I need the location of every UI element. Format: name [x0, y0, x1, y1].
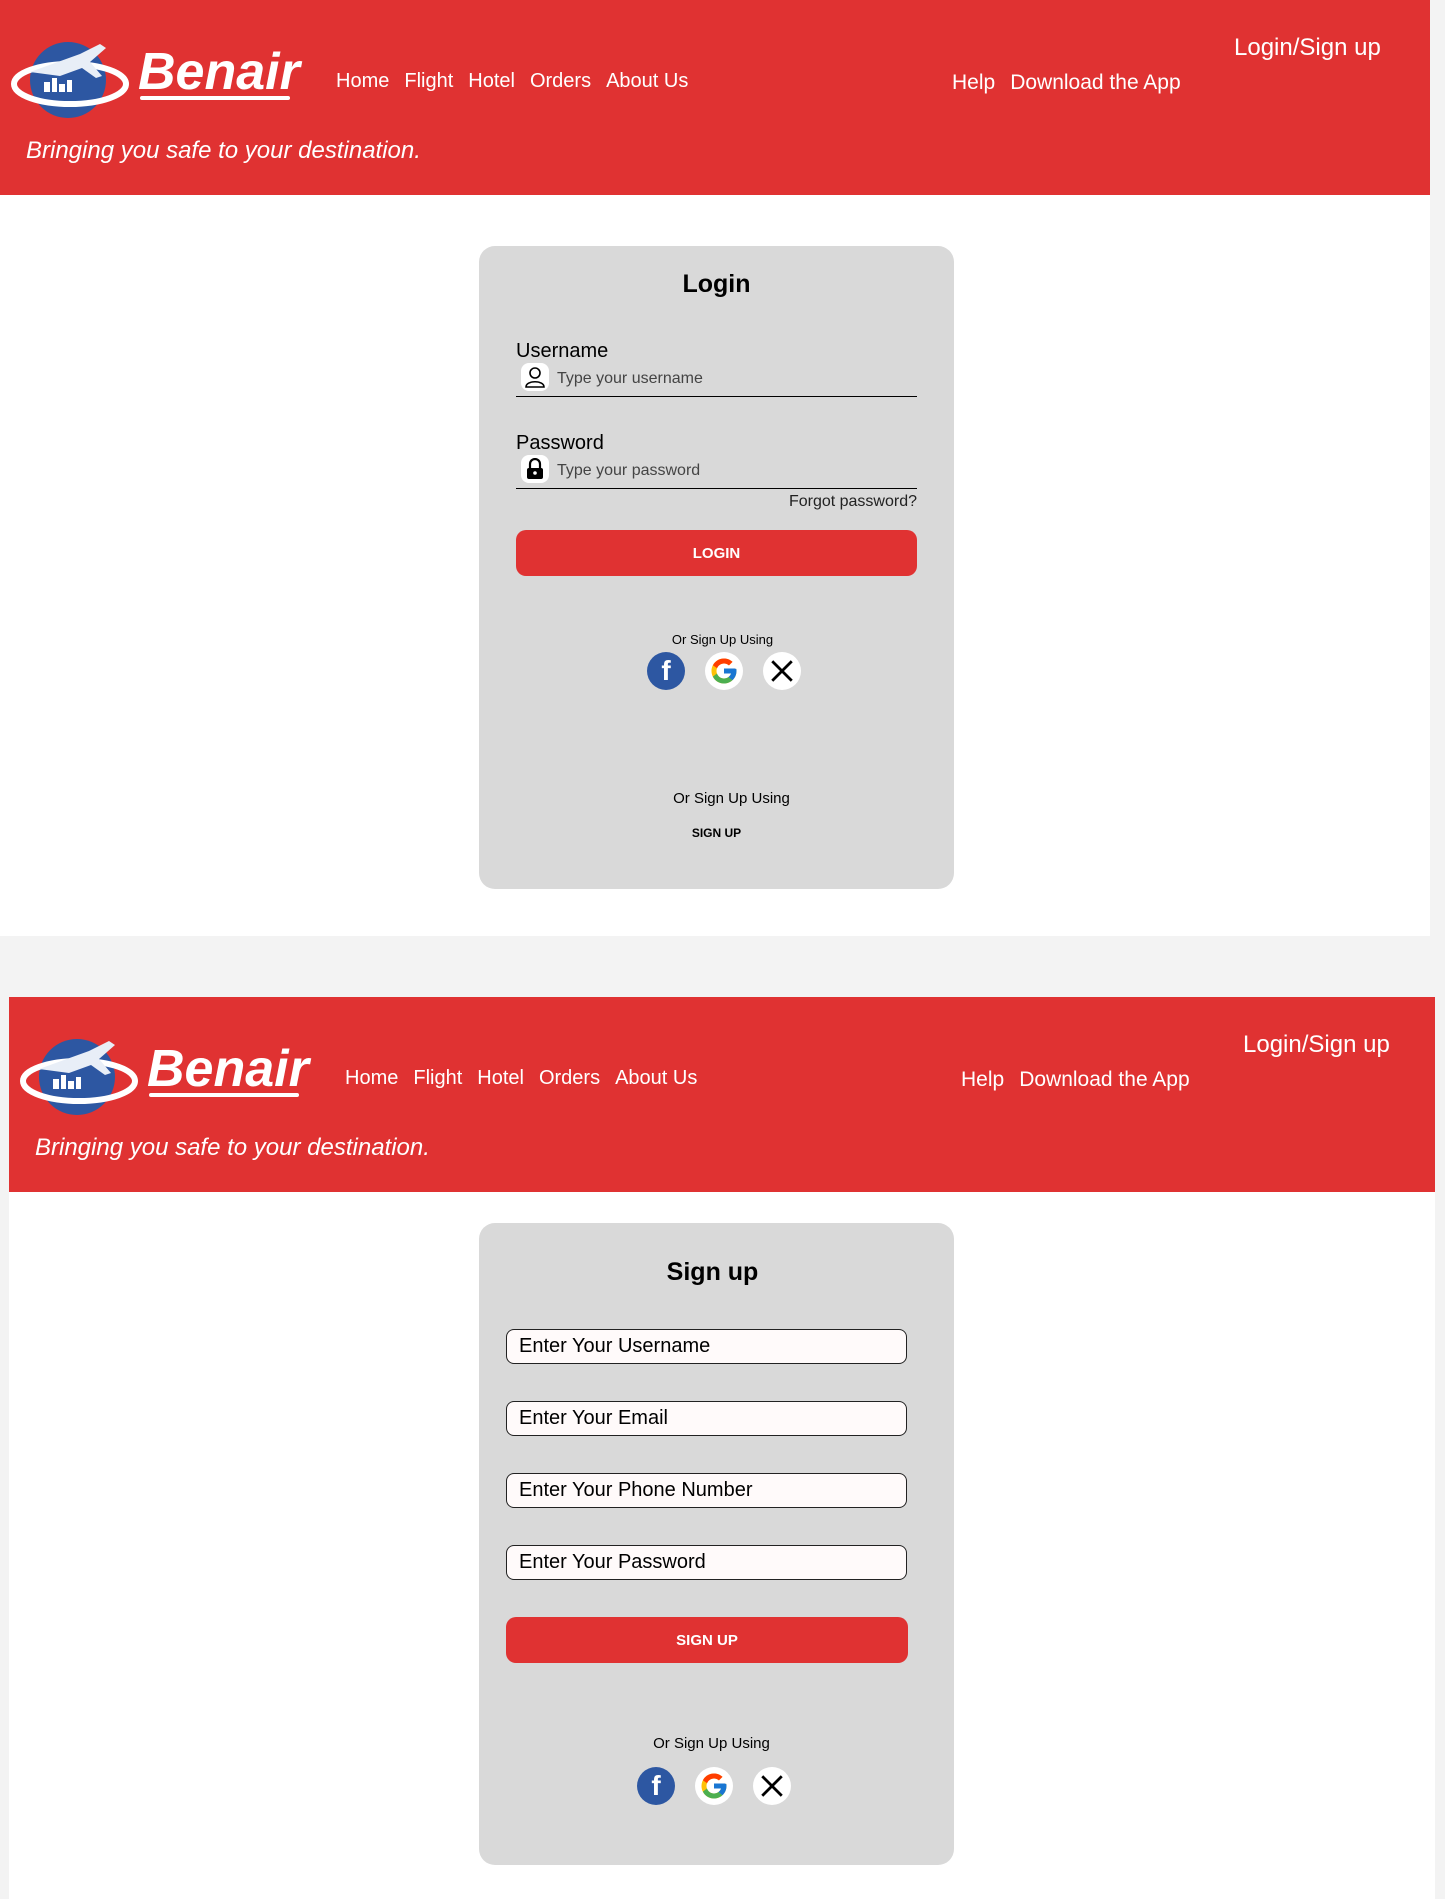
nav-download-app[interactable]: Download the App	[1010, 71, 1180, 95]
nav-hotel[interactable]: Hotel	[468, 70, 515, 93]
nav-flight[interactable]: Flight	[413, 1067, 462, 1090]
signup-link[interactable]: SIGN UP	[479, 826, 954, 840]
nav-orders[interactable]: Orders	[530, 70, 591, 93]
signup-social-buttons: f	[637, 1767, 791, 1805]
logo-icon[interactable]	[19, 1029, 139, 1121]
user-icon	[521, 363, 549, 391]
nav-help[interactable]: Help	[952, 71, 995, 95]
password-label: Password	[516, 432, 604, 454]
lock-icon	[521, 455, 549, 483]
nav-orders[interactable]: Orders	[539, 1067, 600, 1090]
main-nav: Home Flight Hotel Orders About Us	[336, 70, 703, 93]
x-icon[interactable]	[763, 652, 801, 690]
signup-username-input[interactable]	[506, 1329, 907, 1364]
secondary-nav: Help Download the App	[961, 1068, 1205, 1092]
username-label: Username	[516, 340, 609, 362]
nav-about-us[interactable]: About Us	[615, 1067, 697, 1090]
username-underline	[516, 396, 917, 397]
signup-email-input[interactable]	[506, 1401, 907, 1436]
signup-social-caption: Or Sign Up Using	[653, 1735, 770, 1752]
nav-hotel[interactable]: Hotel	[477, 1067, 524, 1090]
x-icon[interactable]	[753, 1767, 791, 1805]
signup-phone-input[interactable]	[506, 1473, 907, 1508]
site-header: Benair Home Flight Hotel Orders About Us…	[0, 0, 1430, 195]
signup-caption: Or Sign Up Using	[673, 790, 790, 807]
password-underline	[516, 488, 917, 489]
main-nav: Home Flight Hotel Orders About Us	[345, 1067, 712, 1090]
nav-home[interactable]: Home	[336, 70, 389, 93]
signup-password-input[interactable]	[506, 1545, 907, 1580]
password-input[interactable]	[557, 460, 917, 482]
social-buttons: f	[647, 652, 801, 690]
signup-title: Sign up	[666, 1258, 759, 1286]
social-caption: Or Sign Up Using	[671, 632, 774, 647]
brand-underline	[149, 1093, 299, 1097]
login-signup-link[interactable]: Login/Sign up	[1234, 34, 1381, 62]
site-header-2: Benair Home Flight Hotel Orders About Us…	[9, 997, 1435, 1192]
brand-name[interactable]: Benair	[147, 1039, 309, 1099]
nav-flight[interactable]: Flight	[404, 70, 453, 93]
nav-home[interactable]: Home	[345, 1067, 398, 1090]
nav-about-us[interactable]: About Us	[606, 70, 688, 93]
secondary-nav: Help Download the App	[952, 71, 1196, 95]
login-button[interactable]: LOGIN	[516, 530, 917, 576]
tagline: Bringing you safe to your destination.	[35, 1134, 430, 1161]
brand-underline	[140, 96, 290, 100]
username-input[interactable]	[557, 368, 917, 390]
forgot-password-link[interactable]: Forgot password?	[789, 493, 917, 511]
tagline: Bringing you safe to your destination.	[26, 137, 421, 164]
login-signup-link[interactable]: Login/Sign up	[1243, 1031, 1390, 1059]
facebook-icon[interactable]: f	[637, 1767, 675, 1805]
nav-download-app[interactable]: Download the App	[1019, 1068, 1189, 1092]
facebook-icon[interactable]: f	[647, 652, 685, 690]
logo-icon[interactable]	[10, 32, 130, 124]
signup-button[interactable]: SIGN UP	[506, 1617, 908, 1663]
google-icon[interactable]	[705, 652, 743, 690]
signup-card: Sign up SIGN UP Or Sign Up Using f	[479, 1223, 954, 1865]
nav-help[interactable]: Help	[961, 1068, 1004, 1092]
login-card: Login Username Password Forgot password?…	[479, 246, 954, 889]
google-icon[interactable]	[695, 1767, 733, 1805]
brand-name[interactable]: Benair	[138, 42, 300, 102]
login-title: Login	[682, 270, 751, 298]
login-screen: Benair Home Flight Hotel Orders About Us…	[0, 0, 1430, 936]
